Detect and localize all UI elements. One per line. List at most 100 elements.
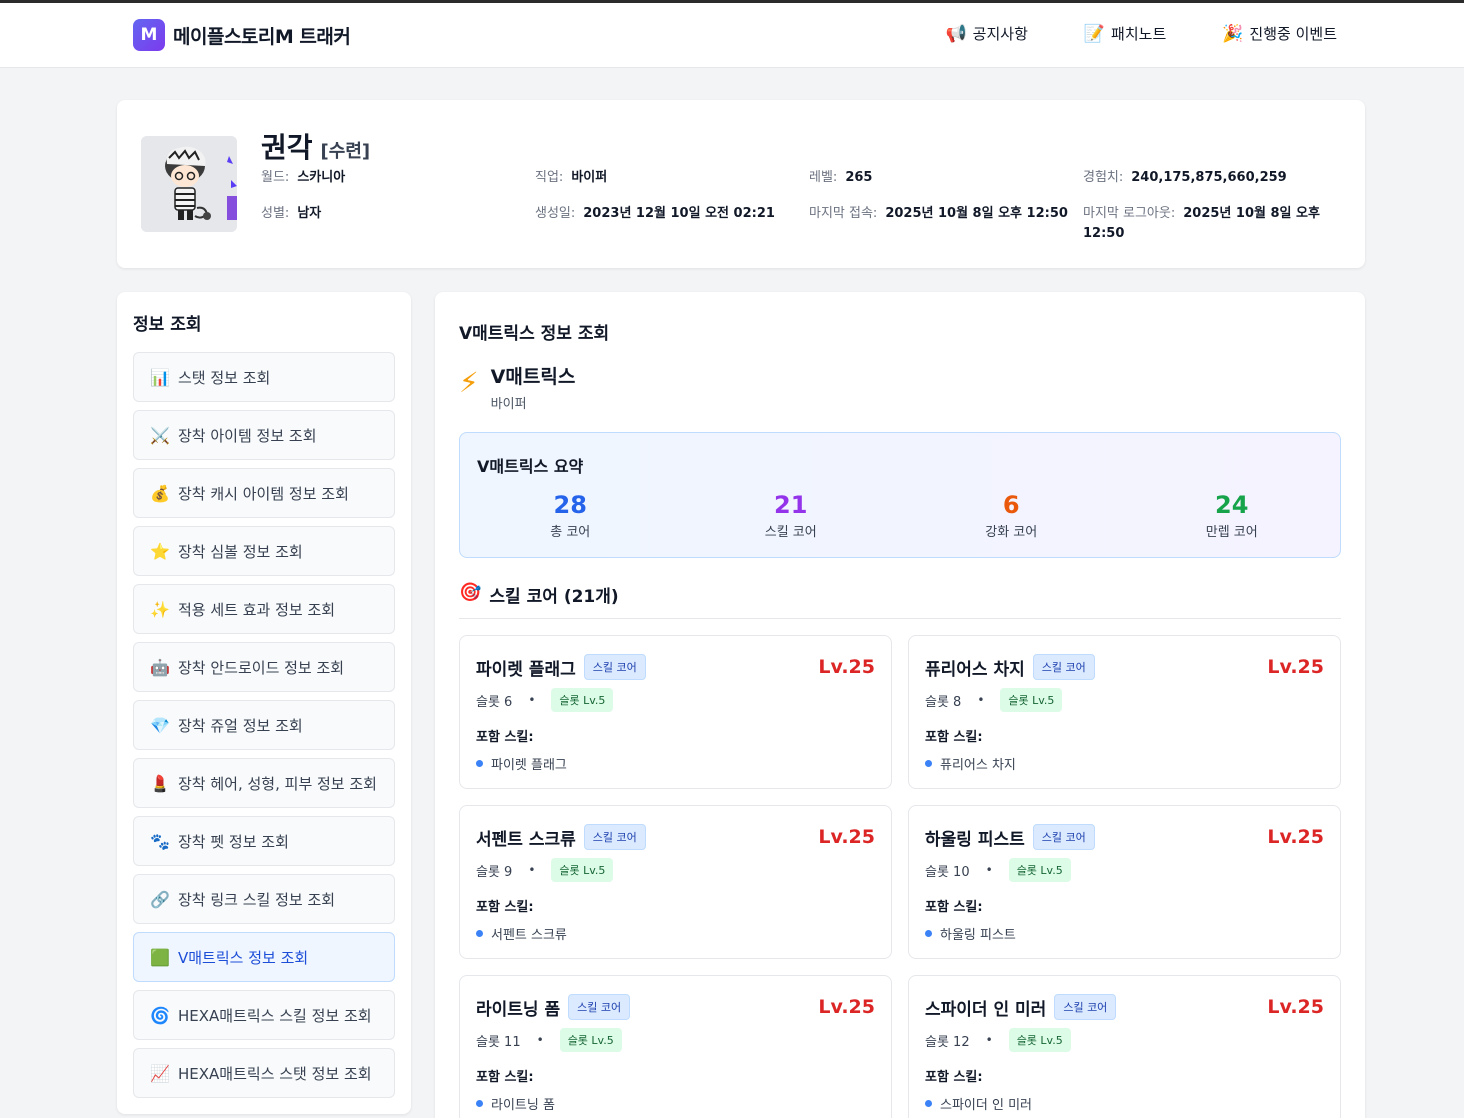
- panel-title: V매트릭스 정보 조회: [459, 324, 610, 344]
- core-name: 파이렛 플래그: [476, 659, 576, 680]
- sidebar-item-set-effect[interactable]: ✨ 적용 세트 효과 정보 조회: [133, 584, 395, 634]
- bullet-icon: [476, 1100, 483, 1107]
- sidebar-item-hexa-stat[interactable]: 📈 HEXA매트릭스 스탯 정보 조회: [133, 1048, 395, 1098]
- nav-notice-label: 공지사항: [972, 25, 1028, 43]
- sidebar-item-android[interactable]: 🤖 장착 안드로이드 정보 조회: [133, 642, 395, 692]
- target-icon: 🎯: [459, 582, 482, 603]
- sidebar-item-stat[interactable]: 📊 스탯 정보 조회: [133, 352, 395, 402]
- lightning-icon: ⚡: [459, 366, 479, 399]
- core-card[interactable]: 서펜트 스크류 스킬 코어 Lv.25 슬롯 9 • 슬롯 Lv.5 포함 스킬: 서…: [459, 805, 892, 959]
- sidebar-item-cash-equipment[interactable]: 💰 장착 캐시 아이템 정보 조회: [133, 468, 395, 518]
- core-card[interactable]: 스파이더 인 미러 스킬 코어 Lv.25 슬롯 12 • 슬롯 Lv.5 포함 스킬…: [908, 975, 1341, 1118]
- info-exp: 경험치: 240,175,875,660,259: [1083, 170, 1287, 185]
- slot-level-badge: 슬롯 Lv.5: [559, 1028, 622, 1052]
- sidebar-item-label: V매트릭스 정보 조회: [178, 948, 309, 967]
- section-title: 스킬 코어 (21개): [489, 587, 619, 607]
- separator: •: [985, 1033, 993, 1047]
- link-icon: 🔗: [150, 889, 170, 909]
- sidebar-item-jewel[interactable]: 💎 장착 쥬얼 정보 조회: [133, 700, 395, 750]
- stat-skill-cores: 21 스킬 코어: [681, 491, 902, 540]
- stat-value: 24: [1215, 491, 1249, 519]
- sidebar-item-label: 장착 아이템 정보 조회: [178, 426, 317, 445]
- slot-level-badge: 슬롯 Lv.5: [1000, 688, 1063, 712]
- summary-stats: 28 총 코어 21 스킬 코어 6 강화 코어 24 만렙 코어: [460, 491, 1342, 540]
- included-skill: 퓨리어스 차지: [925, 754, 1016, 773]
- core-type-badge: 스킬 코어: [568, 994, 631, 1020]
- brand[interactable]: M 메이플스토리M 트래커: [133, 19, 351, 51]
- stat-label: 강화 코어: [985, 525, 1038, 540]
- megaphone-icon: 📢: [945, 23, 967, 44]
- sidebar-item-label: 장착 캐시 아이템 정보 조회: [178, 484, 349, 503]
- info-level: 레벨: 265: [809, 170, 873, 185]
- sidebar-item-label: 적용 세트 효과 정보 조회: [178, 600, 336, 619]
- core-type-badge: 스킬 코어: [1032, 654, 1095, 680]
- core-type-badge: 스킬 코어: [1032, 824, 1095, 850]
- v-matrix-title: V매트릭스: [490, 366, 576, 388]
- sidebar-item-symbol[interactable]: ⭐ 장착 심볼 정보 조회: [133, 526, 395, 576]
- navbar: M 메이플스토리M 트래커 📢 공지사항 📝 패치노트 🎉 진행중 이벤트: [0, 3, 1464, 68]
- character-name-row: 권각 [수련]: [261, 126, 370, 166]
- core-card[interactable]: 파이렛 플래그 스킬 코어 Lv.25 슬롯 6 • 슬롯 Lv.5 포함 스킬: 파…: [459, 635, 892, 789]
- top-nav: 📢 공지사항 📝 패치노트 🎉 진행중 이벤트: [946, 23, 1338, 44]
- core-level: Lv.25: [818, 656, 875, 678]
- included-skill: 하울링 피스트: [925, 924, 1016, 943]
- crossed-swords-icon: ⚔️: [150, 425, 170, 445]
- sidebar-item-label: HEXA매트릭스 스킬 정보 조회: [178, 1006, 372, 1025]
- core-slot: 슬롯 8: [925, 694, 962, 710]
- core-level: Lv.25: [818, 826, 875, 848]
- info-last-logout: 마지막 로그아웃: 2025년 10월 8일 오후 12:50: [1083, 206, 1320, 241]
- slot-level-badge: 슬롯 Lv.5: [1008, 858, 1071, 882]
- bar-chart-icon: 📊: [150, 367, 170, 387]
- sidebar-item-hexa-skill[interactable]: 🌀 HEXA매트릭스 스킬 정보 조회: [133, 990, 395, 1040]
- sidebar-item-v-matrix[interactable]: 🟩 V매트릭스 정보 조회: [133, 932, 395, 982]
- bullet-icon: [925, 930, 932, 937]
- sidebar-item-label: 장착 헤어, 성형, 피부 정보 조회: [178, 774, 377, 793]
- stat-value: 28: [553, 491, 587, 519]
- sidebar-item-label: 스탯 정보 조회: [178, 368, 271, 387]
- nav-patch-notes-label: 패치노트: [1111, 25, 1167, 43]
- bullet-icon: [925, 760, 932, 767]
- sidebar-item-pet[interactable]: 🐾 장착 펫 정보 조회: [133, 816, 395, 866]
- core-card[interactable]: 라이트닝 폼 스킬 코어 Lv.25 슬롯 11 • 슬롯 Lv.5 포함 스킬: 라…: [459, 975, 892, 1118]
- separator: •: [528, 863, 536, 877]
- chart-increasing-icon: 📈: [150, 1063, 170, 1083]
- included-skills-label: 포함 스킬:: [925, 900, 983, 915]
- brand-name: 메이플스토리M 트래커: [173, 25, 351, 48]
- included-skill: 스파이더 인 미러: [925, 1094, 1032, 1113]
- core-slot: 슬롯 10: [925, 864, 970, 880]
- sidebar-item-label: 장착 심볼 정보 조회: [178, 542, 303, 561]
- sidebar-item-beauty[interactable]: 💄 장착 헤어, 성형, 피부 정보 조회: [133, 758, 395, 808]
- skill-core-section-header: 🎯 스킬 코어 (21개): [459, 582, 1341, 619]
- core-name: 하울링 피스트: [925, 829, 1025, 850]
- slot-level-badge: 슬롯 Lv.5: [551, 688, 614, 712]
- nav-patch-notes[interactable]: 📝 패치노트: [1084, 23, 1166, 44]
- core-card[interactable]: 퓨리어스 차지 스킬 코어 Lv.25 슬롯 8 • 슬롯 Lv.5 포함 스킬: 퓨…: [908, 635, 1341, 789]
- sidebar-item-label: 장착 안드로이드 정보 조회: [178, 658, 345, 677]
- sidebar-item-label: 장착 펫 정보 조회: [178, 832, 289, 851]
- bullet-icon: [476, 930, 483, 937]
- included-skills-label: 포함 스킬:: [476, 1070, 534, 1085]
- stat-value: 6: [1002, 491, 1020, 519]
- info-gender: 성별: 남자: [261, 206, 322, 221]
- stat-enhance-cores: 6 강화 코어: [901, 491, 1122, 540]
- v-matrix-panel: V매트릭스 정보 조회 ⚡ V매트릭스 바이퍼 V매트릭스 요약 28 총 코어…: [435, 292, 1365, 1118]
- green-square-icon: 🟩: [150, 947, 170, 967]
- sidebar-item-link-skill[interactable]: 🔗 장착 링크 스킬 정보 조회: [133, 874, 395, 924]
- lipstick-icon: 💄: [150, 773, 170, 793]
- info-last-access: 마지막 접속: 2025년 10월 8일 오후 12:50: [809, 206, 1068, 221]
- core-name: 라이트닝 폼: [476, 999, 561, 1020]
- sidebar-item-equipment[interactable]: ⚔️ 장착 아이템 정보 조회: [133, 410, 395, 460]
- gem-icon: 💎: [150, 715, 170, 735]
- core-name: 서펜트 스크류: [476, 829, 576, 850]
- character-avatar: [141, 136, 237, 232]
- info-world: 월드: 스카니아: [261, 170, 346, 185]
- nav-notice[interactable]: 📢 공지사항: [946, 23, 1028, 44]
- money-bag-icon: 💰: [150, 483, 170, 503]
- sidebar-item-label: 장착 링크 스킬 정보 조회: [178, 890, 336, 909]
- core-card[interactable]: 하울링 피스트 스킬 코어 Lv.25 슬롯 10 • 슬롯 Lv.5 포함 스킬: …: [908, 805, 1341, 959]
- bullet-icon: [476, 760, 483, 767]
- slot-level-badge: 슬롯 Lv.5: [551, 858, 614, 882]
- robot-icon: 🤖: [150, 657, 170, 677]
- slot-level-badge: 슬롯 Lv.5: [1008, 1028, 1071, 1052]
- nav-events[interactable]: 🎉 진행중 이벤트: [1222, 23, 1337, 44]
